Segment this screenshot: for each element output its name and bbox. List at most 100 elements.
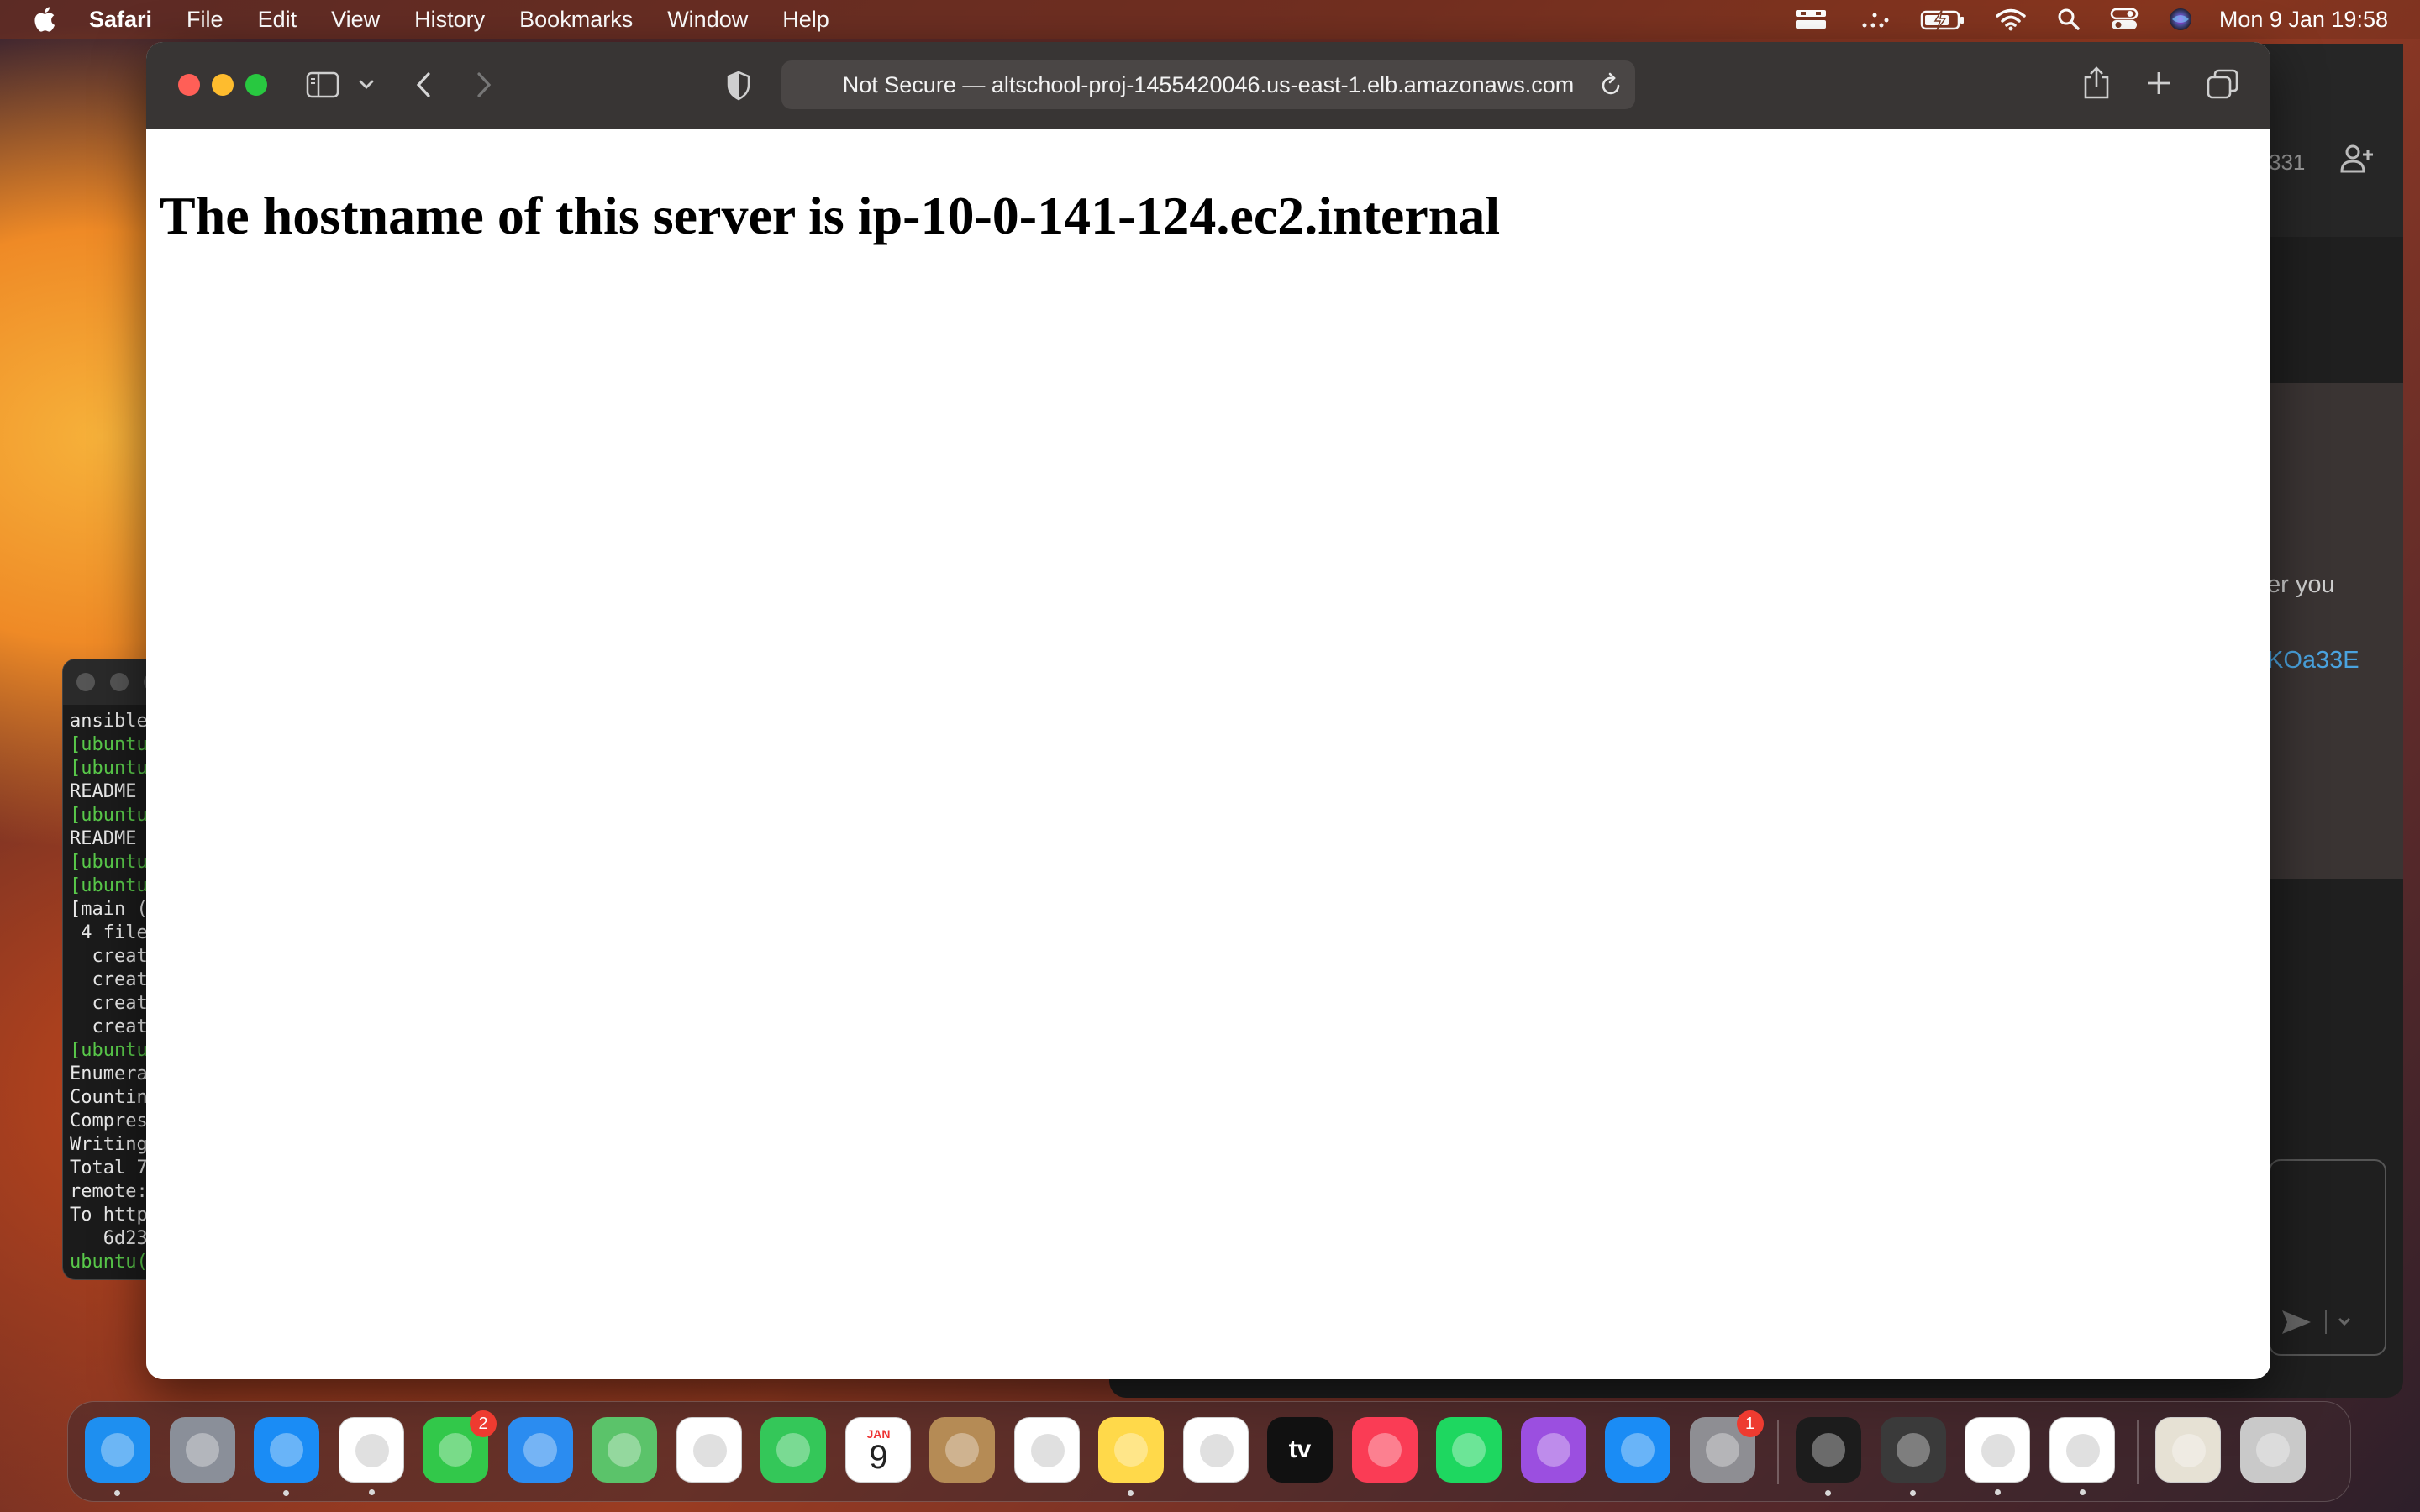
menu-history[interactable]: History [414, 7, 485, 33]
safari-icon-glyph [270, 1433, 303, 1467]
menu-edit[interactable]: Edit [258, 7, 297, 33]
notification-badge: 1 [1736, 1410, 1764, 1437]
new-tab-plus-icon[interactable] [2144, 69, 2173, 97]
dock-app-maps[interactable] [592, 1417, 657, 1483]
dock-app-launchpad[interactable] [169, 1417, 235, 1483]
siri-icon[interactable] [2167, 6, 2194, 33]
podcasts-icon [1521, 1417, 1586, 1483]
share-icon[interactable] [2082, 66, 2111, 101]
dock-app-freeform[interactable] [1182, 1417, 1249, 1483]
menu-app-safari[interactable]: Safari [89, 7, 152, 33]
calendar-day: 9 [869, 1439, 888, 1476]
menu-bookmarks[interactable]: Bookmarks [519, 7, 633, 33]
add-user-icon[interactable] [2339, 141, 2375, 181]
background-message-panel [2269, 383, 2403, 879]
notes-icon [1098, 1417, 1164, 1483]
facetime-icon-glyph [776, 1433, 810, 1467]
sidebar-toggle-icon[interactable] [306, 71, 339, 99]
control-center-icon[interactable] [2110, 7, 2139, 32]
system-settings-icon-glyph [1705, 1433, 1739, 1467]
dock-app-system-settings[interactable]: 1 [1689, 1410, 1764, 1483]
send-icon[interactable] [2279, 1305, 2354, 1343]
minimize-window-button[interactable] [212, 74, 234, 96]
focus-icon[interactable] [1792, 7, 1829, 32]
safari-window: Not Secure — altschool-proj-1455420046.u… [146, 42, 2270, 1379]
certificate-file-icon-glyph [2172, 1434, 2206, 1467]
dock-app-music[interactable] [1351, 1417, 1418, 1483]
terminal-close-icon[interactable] [76, 673, 95, 691]
running-indicator [368, 1489, 375, 1495]
menu-bar: Safari File Edit View History Bookmarks … [0, 0, 2420, 39]
forward-arrow-icon[interactable] [474, 71, 494, 99]
mail-icon [508, 1417, 573, 1483]
dock-app-chrome[interactable] [338, 1417, 405, 1495]
photos-icon-glyph [692, 1434, 727, 1467]
address-bar[interactable]: Not Secure — altschool-proj-1455420046.u… [781, 60, 1635, 109]
dock-app-mail[interactable] [507, 1417, 573, 1483]
web-page-content: The hostname of this server is ip-10-0-1… [146, 130, 2270, 1379]
back-arrow-icon[interactable] [413, 71, 434, 99]
finder-icon-glyph [101, 1433, 134, 1467]
dock-app-spotify[interactable] [1436, 1417, 1502, 1483]
running-indicator [1128, 1490, 1134, 1496]
page-heading: The hostname of this server is ip-10-0-1… [160, 186, 1501, 245]
podcasts-icon-glyph [1536, 1433, 1570, 1467]
zoom-window-button[interactable] [245, 74, 267, 96]
chevron-down-icon[interactable] [358, 77, 375, 92]
dock: 2 JAN 9 tv 1 [67, 1401, 2351, 1502]
dock-app-contacts[interactable] [929, 1417, 995, 1483]
dock-app-app-store[interactable] [1605, 1417, 1670, 1483]
dock-app-reminders[interactable] [1013, 1417, 1080, 1483]
dock-app-keychain[interactable] [1880, 1417, 1946, 1496]
menu-file[interactable]: File [187, 7, 224, 33]
freeform-icon [1184, 1418, 1249, 1483]
calendar-icon: JAN 9 [846, 1418, 912, 1483]
terminal-icon-glyph [1812, 1433, 1845, 1467]
reload-icon[interactable] [1600, 72, 1623, 103]
notification-badge: 2 [470, 1410, 497, 1437]
battery-charging-icon[interactable] [1920, 7, 1965, 32]
vscode-icon [1965, 1418, 2031, 1483]
dock-app-terminal[interactable] [1796, 1417, 1861, 1496]
dock-app-messages[interactable]: 2 [423, 1410, 497, 1483]
background-message-link[interactable]: KOa33E [2267, 647, 2360, 675]
privacy-shield-icon[interactable] [726, 71, 751, 101]
dock-app-calendar[interactable]: JAN 9 [844, 1417, 912, 1483]
bluetooth-dots-icon[interactable] [1858, 7, 1891, 32]
menu-clock[interactable]: Mon 9 Jan 19:58 [2219, 7, 2388, 33]
dock-app-photos[interactable] [676, 1417, 742, 1483]
dock-app-notes[interactable] [1098, 1417, 1164, 1496]
menu-window[interactable]: Window [667, 7, 748, 33]
menu-view[interactable]: View [331, 7, 380, 33]
music-icon [1352, 1417, 1418, 1483]
dock-app-safari[interactable] [254, 1417, 319, 1496]
app-store-icon [1605, 1417, 1670, 1483]
chrome-icon-glyph [355, 1434, 389, 1467]
vscode-icon-glyph [1981, 1434, 2015, 1467]
chrome-icon [339, 1418, 405, 1483]
dock-app-podcasts[interactable] [1520, 1417, 1586, 1483]
photos-icon [677, 1418, 743, 1483]
apple-menu-icon[interactable] [30, 5, 57, 34]
mail-icon-glyph [523, 1433, 557, 1467]
terminal-minimize-icon[interactable] [110, 673, 129, 691]
dock-app-trash[interactable] [2239, 1417, 2306, 1483]
dock-app-facetime[interactable] [760, 1417, 826, 1483]
spotlight-search-icon[interactable] [2056, 7, 2081, 32]
freeform-icon-glyph [1199, 1434, 1234, 1467]
dock-app-apple-tv[interactable]: tv [1267, 1417, 1333, 1483]
close-window-button[interactable] [178, 74, 200, 96]
tab-overview-icon[interactable] [2207, 69, 2238, 99]
background-member-count: 331 [2269, 150, 2306, 175]
running-indicator [1909, 1490, 1916, 1496]
dock-app-certificate-file[interactable] [2155, 1417, 2221, 1483]
apple-tv-icon: tv [1267, 1417, 1333, 1483]
notes-icon-glyph [1114, 1433, 1148, 1467]
contacts-icon [929, 1417, 995, 1483]
dock-app-finder[interactable] [85, 1417, 150, 1496]
menu-help[interactable]: Help [782, 7, 829, 33]
dock-app-slack[interactable] [2049, 1417, 2115, 1495]
background-message-text: er you [2267, 571, 2335, 598]
wifi-icon[interactable] [1994, 7, 2028, 32]
dock-app-vscode[interactable] [1965, 1417, 2031, 1495]
